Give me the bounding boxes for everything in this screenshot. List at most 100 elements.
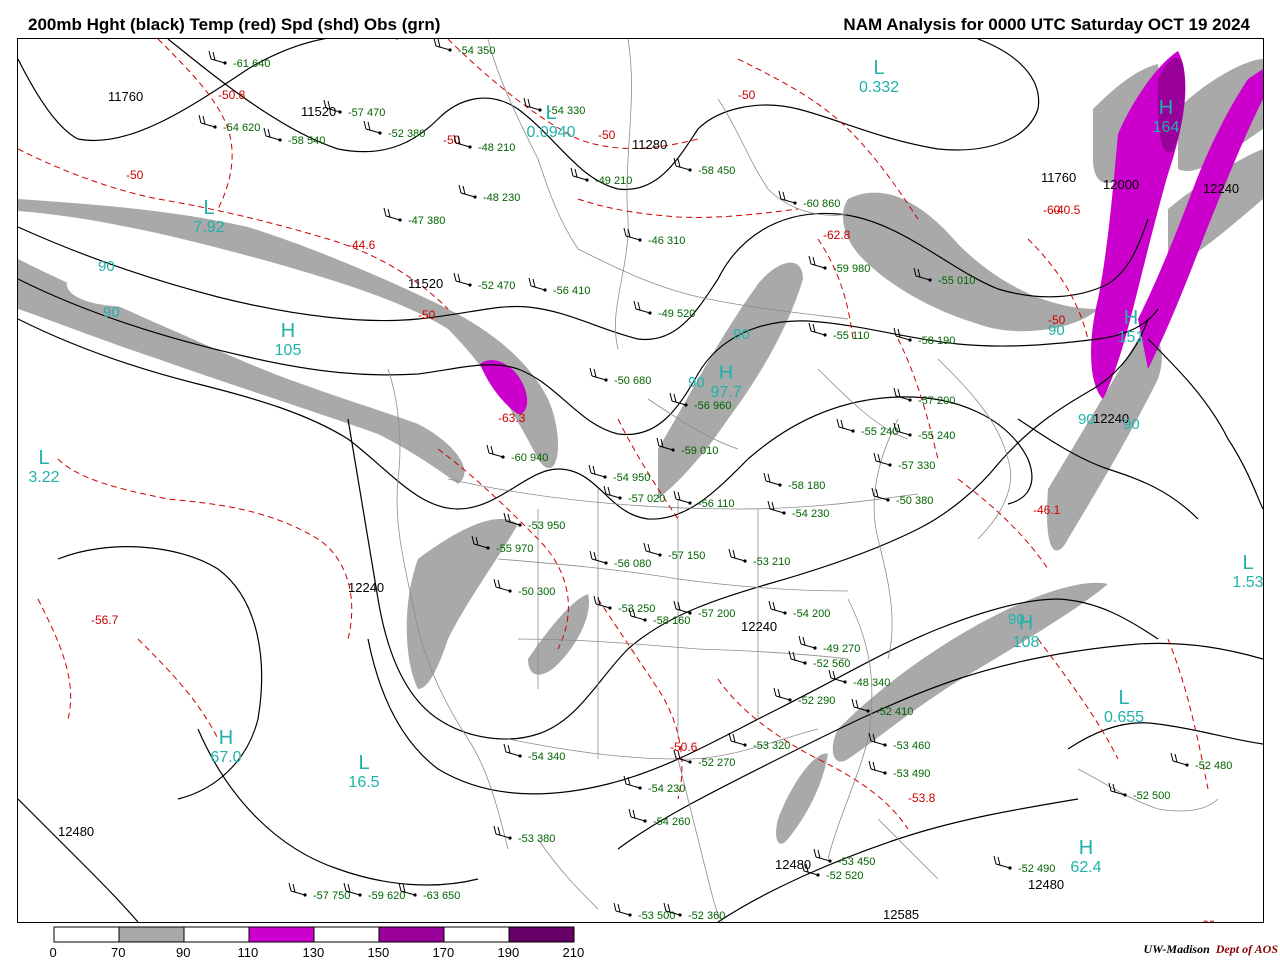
observation-text: -58 160 — [653, 615, 690, 627]
observation-text: -50 380 — [896, 495, 933, 507]
center-value: 105 — [275, 342, 302, 359]
colorbar-tick-label: 170 — [432, 945, 455, 960]
wind-barb — [503, 743, 521, 757]
center-value: 3.22 — [28, 469, 59, 486]
wind-barb — [893, 387, 911, 401]
wind-barb — [633, 300, 651, 314]
wind-barb — [623, 227, 641, 241]
station-observation: -54 340 — [503, 743, 565, 763]
station-observation: -54 260 — [628, 808, 690, 828]
station-observation: -63 650 — [398, 882, 460, 902]
height-label: 12000 — [1103, 177, 1139, 192]
colorbar-tick-label: 70 — [111, 945, 126, 960]
observation-text: -57 750 — [313, 890, 350, 902]
wind-barb — [589, 367, 607, 381]
colorbar-swatch — [183, 926, 250, 943]
temperature-label: -40.5 — [1053, 203, 1081, 217]
center-letter: H — [1159, 97, 1173, 119]
observation-text: -56 110 — [698, 498, 735, 510]
station-observation: -59 620 — [343, 882, 405, 902]
colorbar-swatch — [378, 926, 445, 943]
observation-text: -52 360 — [688, 910, 725, 922]
observation-text: -52 560 — [813, 658, 850, 670]
speed-contour-label: 90 — [1123, 416, 1140, 433]
temperature-isotherms — [18, 39, 1209, 830]
wind-barb — [623, 775, 641, 789]
high-center: H105 — [275, 320, 302, 359]
low-center: L0.655 — [1104, 687, 1144, 726]
station-observation: -60 860 — [778, 190, 840, 210]
speed-contour-label: 90 — [688, 374, 705, 391]
colorbar-swatch — [118, 926, 185, 943]
observation-text: -49 270 — [823, 643, 860, 655]
wind-barb — [808, 255, 826, 269]
center-value: 108 — [1013, 634, 1040, 651]
observation-text: -55 240 — [918, 430, 955, 442]
wind-barb — [383, 207, 401, 221]
wind-barb — [613, 902, 631, 916]
temperature-label-layer: -50.8-50-50-44.6-50-50-50-62.8-50-60-40.… — [91, 88, 1216, 922]
height-label: 11760 — [1041, 170, 1076, 185]
station-observation: -58 190 — [893, 327, 955, 347]
wind-barb — [673, 490, 691, 504]
observation-text: -48 340 — [853, 677, 890, 689]
center-value: 16.5 — [348, 774, 379, 791]
temperature-label: -46.1 — [1033, 503, 1061, 517]
observation-text: -57 470 — [348, 107, 385, 119]
station-observation: -54 200 — [768, 600, 830, 620]
observation-text: -49 520 — [658, 308, 695, 320]
height-label: 11280 — [632, 137, 667, 152]
observation-text: -54 230 — [648, 783, 685, 795]
wind-barb — [643, 542, 661, 556]
center-letter: L — [545, 102, 556, 124]
observation-text: -49 210 — [595, 175, 632, 187]
center-value: 151 — [1118, 329, 1145, 346]
height-label: 12585 — [883, 907, 919, 922]
center-letter: L — [1242, 552, 1253, 574]
observation-text: -60 860 — [803, 198, 840, 210]
credit-dept: Dept of AOS — [1215, 942, 1278, 956]
station-observation: -54 350 — [433, 39, 495, 57]
station-observation: -46 310 — [623, 227, 685, 247]
wind-barb — [493, 825, 511, 839]
observation-text: -50 680 — [614, 375, 651, 387]
temperature-label: -44.6 — [348, 238, 376, 252]
low-center: L7.92 — [193, 197, 224, 236]
speed-contour-label: 90 — [103, 304, 120, 321]
colorbar-swatch — [313, 926, 380, 943]
center-letter: L — [203, 197, 214, 219]
credit-org: UW-Madison — [1143, 942, 1210, 956]
temperature-label: -50 — [126, 168, 144, 182]
center-value: 0.0940 — [527, 124, 576, 141]
observation-text: -53 950 — [528, 520, 565, 532]
observation-text: -53 490 — [893, 768, 930, 780]
center-letter: H — [281, 320, 295, 342]
height-label: 12480 — [58, 824, 94, 839]
observation-text: -56 080 — [614, 558, 651, 570]
wind-barb — [458, 184, 476, 198]
center-value: 7.92 — [193, 219, 224, 236]
station-observation: -49 270 — [798, 635, 860, 655]
observation-text: -48 230 — [483, 192, 520, 204]
station-observation: -57 200 — [893, 387, 955, 407]
station-observation: -48 340 — [828, 669, 890, 689]
observation-text: -61 640 — [233, 58, 270, 70]
temperature-label: -56.7 — [91, 613, 119, 627]
weather-map: 11760 11520 11280 11520 11760 12000 12240 12240… — [17, 38, 1264, 923]
center-letter: H — [1124, 307, 1138, 329]
observation-text: -58 190 — [918, 335, 955, 347]
station-observation: -47 380 — [383, 207, 445, 227]
wind-barb — [523, 97, 541, 111]
wind-barb — [263, 127, 281, 141]
station-observation: -57 750 — [288, 882, 350, 902]
wind-barb — [198, 114, 216, 128]
colorbar-tick-label: 0 — [49, 945, 57, 960]
wind-barb — [453, 272, 471, 286]
wind-barb — [763, 472, 781, 486]
observation-text: -59 010 — [681, 445, 718, 457]
station-observation: -52 490 — [993, 855, 1055, 875]
low-center: L0.332 — [859, 57, 899, 96]
center-letter: H — [1019, 612, 1033, 634]
center-letter: H — [1079, 837, 1093, 859]
station-observation: -56 410 — [528, 277, 590, 297]
